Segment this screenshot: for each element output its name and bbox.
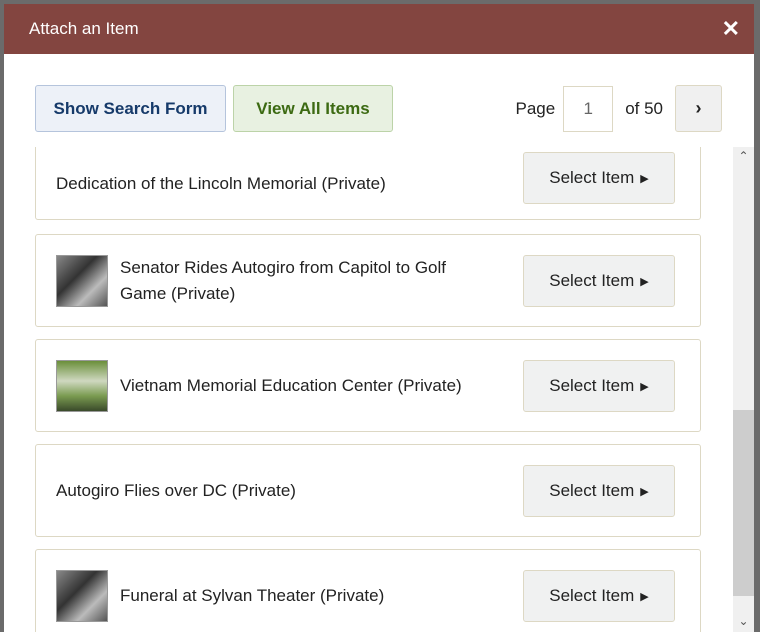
item-list: Dedication of the Lincoln Memorial (Priv…: [4, 147, 733, 632]
close-icon[interactable]: ✕: [722, 16, 740, 42]
scrollbar[interactable]: ⌃ ⌄: [733, 147, 754, 632]
page-label: Page: [515, 98, 556, 118]
item-thumbnail: [56, 254, 108, 307]
dialog-title: Attach an Item: [29, 19, 139, 38]
select-item-label: Select Item: [549, 481, 635, 500]
list-item: Vietnam Memorial Education Center (Priva…: [35, 339, 701, 432]
select-item-label: Select Item: [549, 376, 635, 395]
select-item-button[interactable]: Select Item ▶: [523, 570, 675, 622]
select-item-button[interactable]: Select Item ▶: [523, 360, 675, 412]
play-arrow-icon: ▶: [640, 590, 649, 603]
list-item: Senator Rides Autogiro from Capitol to G…: [35, 234, 701, 327]
show-search-form-button[interactable]: Show Search Form: [35, 85, 226, 132]
item-title: Funeral at Sylvan Theater (Private): [120, 585, 385, 605]
scrollbar-thumb[interactable]: [733, 410, 754, 596]
view-all-items-button[interactable]: View All Items: [233, 85, 393, 132]
scroll-down-icon[interactable]: ⌄: [733, 614, 754, 628]
toolbar: Show Search Form View All Items Page 1 o…: [35, 85, 722, 132]
page-count: of 50: [625, 98, 663, 118]
play-arrow-icon: ▶: [640, 380, 649, 393]
play-arrow-icon: ▶: [640, 275, 649, 288]
item-title: Dedication of the Lincoln Memorial (Priv…: [56, 173, 386, 193]
item-title: Senator Rides Autogiro from Capitol to G…: [120, 257, 446, 303]
list-item: Autogiro Flies over DC (Private) Select …: [35, 444, 701, 537]
select-item-button[interactable]: Select Item ▶: [523, 255, 675, 307]
list-item: Funeral at Sylvan Theater (Private) Sele…: [35, 549, 701, 632]
select-item-button[interactable]: Select Item ▶: [523, 152, 675, 204]
play-arrow-icon: ▶: [640, 172, 649, 185]
scroll-up-icon[interactable]: ⌃: [733, 149, 754, 163]
play-arrow-icon: ▶: [640, 485, 649, 498]
attach-item-dialog: Attach an Item ✕ Show Search Form View A…: [4, 4, 754, 632]
item-thumbnail: [56, 359, 108, 412]
list-item: Dedication of the Lincoln Memorial (Priv…: [35, 147, 701, 220]
item-title: Vietnam Memorial Education Center (Priva…: [120, 375, 462, 395]
pagination: Page 1 of 50 ›: [515, 85, 722, 132]
item-thumbnail: [56, 569, 108, 622]
item-title: Autogiro Flies over DC (Private): [56, 480, 296, 500]
page-input[interactable]: 1: [563, 85, 614, 132]
dialog-header: Attach an Item: [4, 4, 754, 54]
select-item-button[interactable]: Select Item ▶: [523, 465, 675, 517]
next-page-button[interactable]: ›: [675, 85, 722, 132]
select-item-label: Select Item: [549, 586, 635, 605]
select-item-label: Select Item: [549, 271, 635, 290]
select-item-label: Select Item: [549, 168, 635, 187]
